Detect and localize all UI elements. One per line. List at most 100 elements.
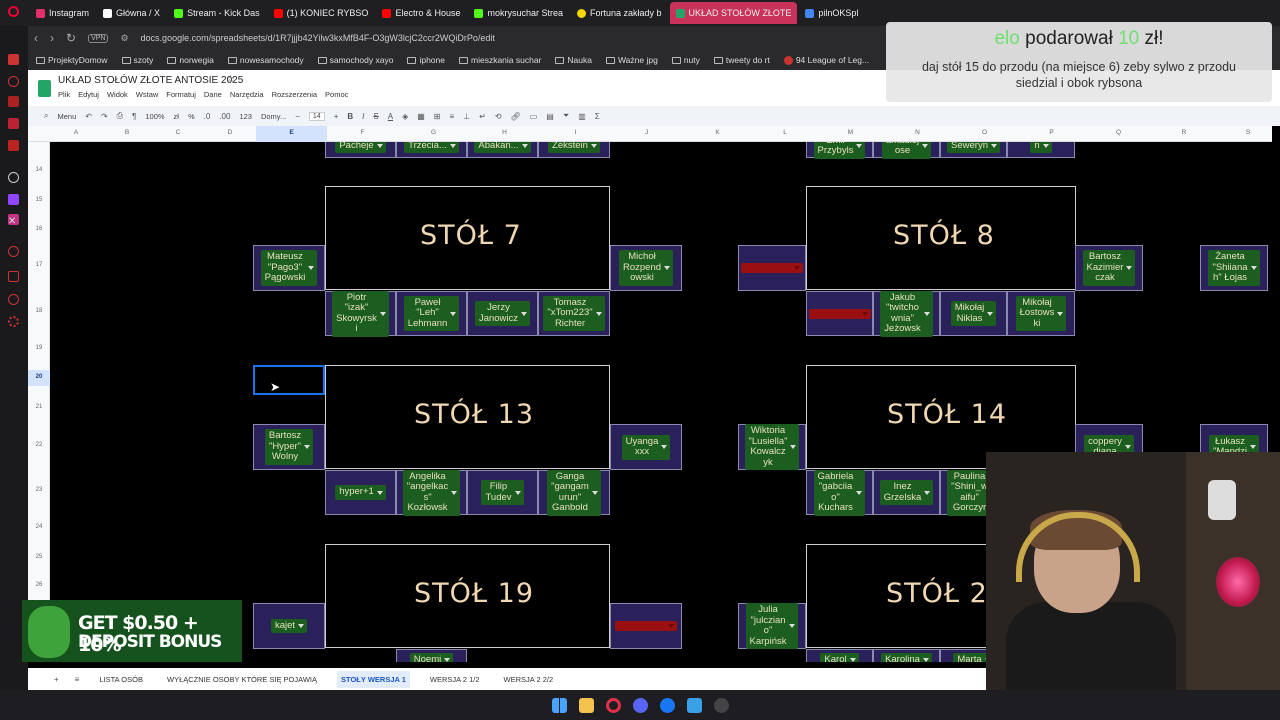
guest-dropdown[interactable]: Filip Tudev xyxy=(481,480,524,505)
bookmark-projektydomow[interactable]: ProjektyDomow xyxy=(36,55,108,65)
bag-icon[interactable] xyxy=(8,96,19,107)
guest-dropdown[interactable]: n xyxy=(1030,142,1052,154)
browser-tab-fortuna[interactable]: Fortuna zakłady b xyxy=(571,2,668,24)
redo-icon[interactable]: ↷ xyxy=(101,112,108,121)
seat-cell[interactable]: Emil Przybyls xyxy=(806,142,873,159)
guest-dropdown[interactable]: Karolina xyxy=(881,653,932,662)
column-letter[interactable]: B xyxy=(102,129,152,136)
browser-tab-other[interactable]: pilnOKSpl xyxy=(799,2,864,24)
row-number[interactable]: 19 xyxy=(28,345,50,351)
functions-icon[interactable]: Σ xyxy=(595,112,600,121)
italic-icon[interactable]: I xyxy=(362,112,364,121)
browser-tab-x[interactable]: Główna / X xyxy=(97,2,166,24)
column-letter[interactable]: O xyxy=(951,129,1018,136)
seat-cell[interactable] xyxy=(806,291,873,336)
seat-cell[interactable]: arkadioj ose xyxy=(873,142,940,159)
seat-cell[interactable]: n xyxy=(1007,142,1075,158)
empty-guest-dropdown[interactable] xyxy=(741,263,803,273)
browser-tab-kick-2[interactable]: mokrysuchar Strea xyxy=(468,2,569,24)
bookmark-nowesamochody[interactable]: nowesamochody xyxy=(227,55,304,65)
bookmark-nauka[interactable]: Nauka xyxy=(555,55,592,65)
notepad-icon[interactable] xyxy=(686,697,702,713)
opera-gx-icon[interactable] xyxy=(605,697,621,713)
browser-tab-sheets[interactable]: UKŁAD STOŁÓW ZŁOTE xyxy=(669,2,798,24)
guest-dropdown[interactable]: Abakan... xyxy=(474,142,531,154)
opera-logo-icon[interactable] xyxy=(8,6,19,17)
text-color-icon[interactable]: A xyxy=(388,112,393,121)
seat-cell[interactable]: Zekstein xyxy=(538,142,610,158)
pin-icon[interactable] xyxy=(8,294,19,305)
column-letter[interactable]: J xyxy=(611,129,682,136)
site-info-icon[interactable]: ⚙ xyxy=(120,33,128,44)
seat-cell[interactable] xyxy=(610,603,682,649)
menu-data[interactable]: Dane xyxy=(204,90,222,99)
bookmark-iphone[interactable]: iphone xyxy=(407,55,445,65)
seat-cell[interactable]: Żaneta "Shiiana h" Łojas xyxy=(1200,245,1268,291)
guest-dropdown[interactable]: Emil Przybyls xyxy=(813,142,866,159)
column-letter[interactable]: N xyxy=(884,129,951,136)
column-letter[interactable]: A xyxy=(50,129,102,136)
menu-insert[interactable]: Wstaw xyxy=(136,90,159,99)
clock-icon[interactable] xyxy=(8,246,19,257)
menu-tools[interactable]: Narzędzia xyxy=(230,90,264,99)
facebook-icon[interactable] xyxy=(659,697,675,713)
undo-icon[interactable]: ↶ xyxy=(85,112,92,121)
sheet-tab-lista-osob[interactable]: LISTA OSÓB xyxy=(95,671,147,688)
seat-cell[interactable]: Wiktoria "Lusiella" Kowalcz yk xyxy=(738,424,806,470)
history-icon[interactable] xyxy=(8,76,19,87)
bookmark-league[interactable]: 94 League of Leg... xyxy=(783,55,869,65)
seat-cell[interactable]: Mateusz "Pago3" Pągowski xyxy=(253,245,325,291)
seat-cell[interactable]: Jerzy Janowicz xyxy=(467,291,538,336)
guest-dropdown[interactable]: Uyanga xxx xyxy=(621,434,671,460)
messenger-icon[interactable] xyxy=(8,118,19,129)
seat-cell[interactable]: Angelika "angelkac s" Kozłowsk xyxy=(396,469,467,516)
seat-cell[interactable]: Jakub "twitcho wnia" Jeżowsk xyxy=(873,290,940,337)
guest-dropdown[interactable]: arkadioj ose xyxy=(881,142,932,159)
guest-dropdown[interactable]: kajet xyxy=(270,618,308,634)
guest-dropdown[interactable]: Paweł "Leh" Lehmann xyxy=(403,295,460,332)
column-letter[interactable]: E xyxy=(256,126,327,142)
guest-dropdown[interactable]: Inez Grzelska xyxy=(879,480,934,505)
column-letter[interactable]: D xyxy=(204,129,256,136)
seat-cell[interactable]: hyper+1 xyxy=(325,470,396,515)
guest-dropdown[interactable]: Julia "julczian o" Karpińsk xyxy=(745,603,799,649)
seat-cell[interactable]: Paweł "Leh" Lehmann xyxy=(396,291,467,336)
guest-dropdown[interactable]: Bartosz "Hyper" Wolny xyxy=(264,429,314,465)
font-size-increase-icon[interactable]: + xyxy=(334,112,339,121)
guest-dropdown[interactable]: Gabriela "gabciia o" Kuchars xyxy=(813,469,866,516)
row-number[interactable]: 17 xyxy=(28,262,50,268)
guest-dropdown[interactable]: Seweryn xyxy=(947,142,1000,154)
font-select[interactable]: Domy... xyxy=(261,112,286,121)
sheet-tab-wylacznie[interactable]: WYŁĄCZNIE OSOBY KTÓRE SIĘ POJAWIĄ xyxy=(163,671,321,688)
url-field[interactable]: docs.google.com/spreadsheets/d/1R7jjjb42… xyxy=(141,33,495,43)
discord-icon[interactable] xyxy=(632,697,648,713)
seat-cell[interactable]: Karol xyxy=(806,649,873,662)
empty-guest-dropdown[interactable] xyxy=(615,621,677,631)
guest-dropdown[interactable]: Noemi xyxy=(409,653,454,662)
guest-dropdown[interactable]: Zekstein xyxy=(548,142,600,154)
seat-cell[interactable]: Bartosz Kazimier czak xyxy=(1075,245,1143,291)
fill-color-icon[interactable]: ◈ xyxy=(402,112,408,121)
aria-icon[interactable] xyxy=(8,54,19,65)
vpn-badge[interactable]: VPN xyxy=(88,33,109,43)
column-letter[interactable]: R xyxy=(1152,129,1216,136)
column-letter[interactable]: Q xyxy=(1085,129,1152,136)
paint-format-icon[interactable]: ¶ xyxy=(132,112,136,121)
guest-dropdown[interactable]: Angelika "angelkac s" Kozłowsk xyxy=(402,469,461,516)
empty-guest-dropdown[interactable] xyxy=(808,308,871,319)
seat-cell[interactable]: Noemi xyxy=(396,649,467,662)
seat-cell[interactable]: Pacheje xyxy=(325,142,396,158)
column-letter[interactable]: K xyxy=(682,129,753,136)
sheet-tab-stoly-wersja-1[interactable]: STOŁY WERSJA 1 xyxy=(337,670,410,688)
seat-cell[interactable]: Inez Grzelska xyxy=(873,470,940,515)
guest-dropdown[interactable]: Mikołaj Niklas xyxy=(950,301,997,326)
seat-cell[interactable]: Abakan... xyxy=(467,142,538,158)
search-menu-icon[interactable]: ⌕ xyxy=(44,111,48,121)
row-number[interactable]: 18 xyxy=(28,308,50,314)
sheets-logo-icon[interactable] xyxy=(38,80,51,97)
decimal-increase-icon[interactable]: .00 xyxy=(219,112,230,121)
guest-dropdown[interactable]: Michoł Rozpend owski xyxy=(618,250,674,286)
row-number[interactable]: 22 xyxy=(28,442,50,448)
wrap-icon[interactable]: ↵ xyxy=(479,112,486,121)
row-number[interactable]: 15 xyxy=(28,197,50,203)
